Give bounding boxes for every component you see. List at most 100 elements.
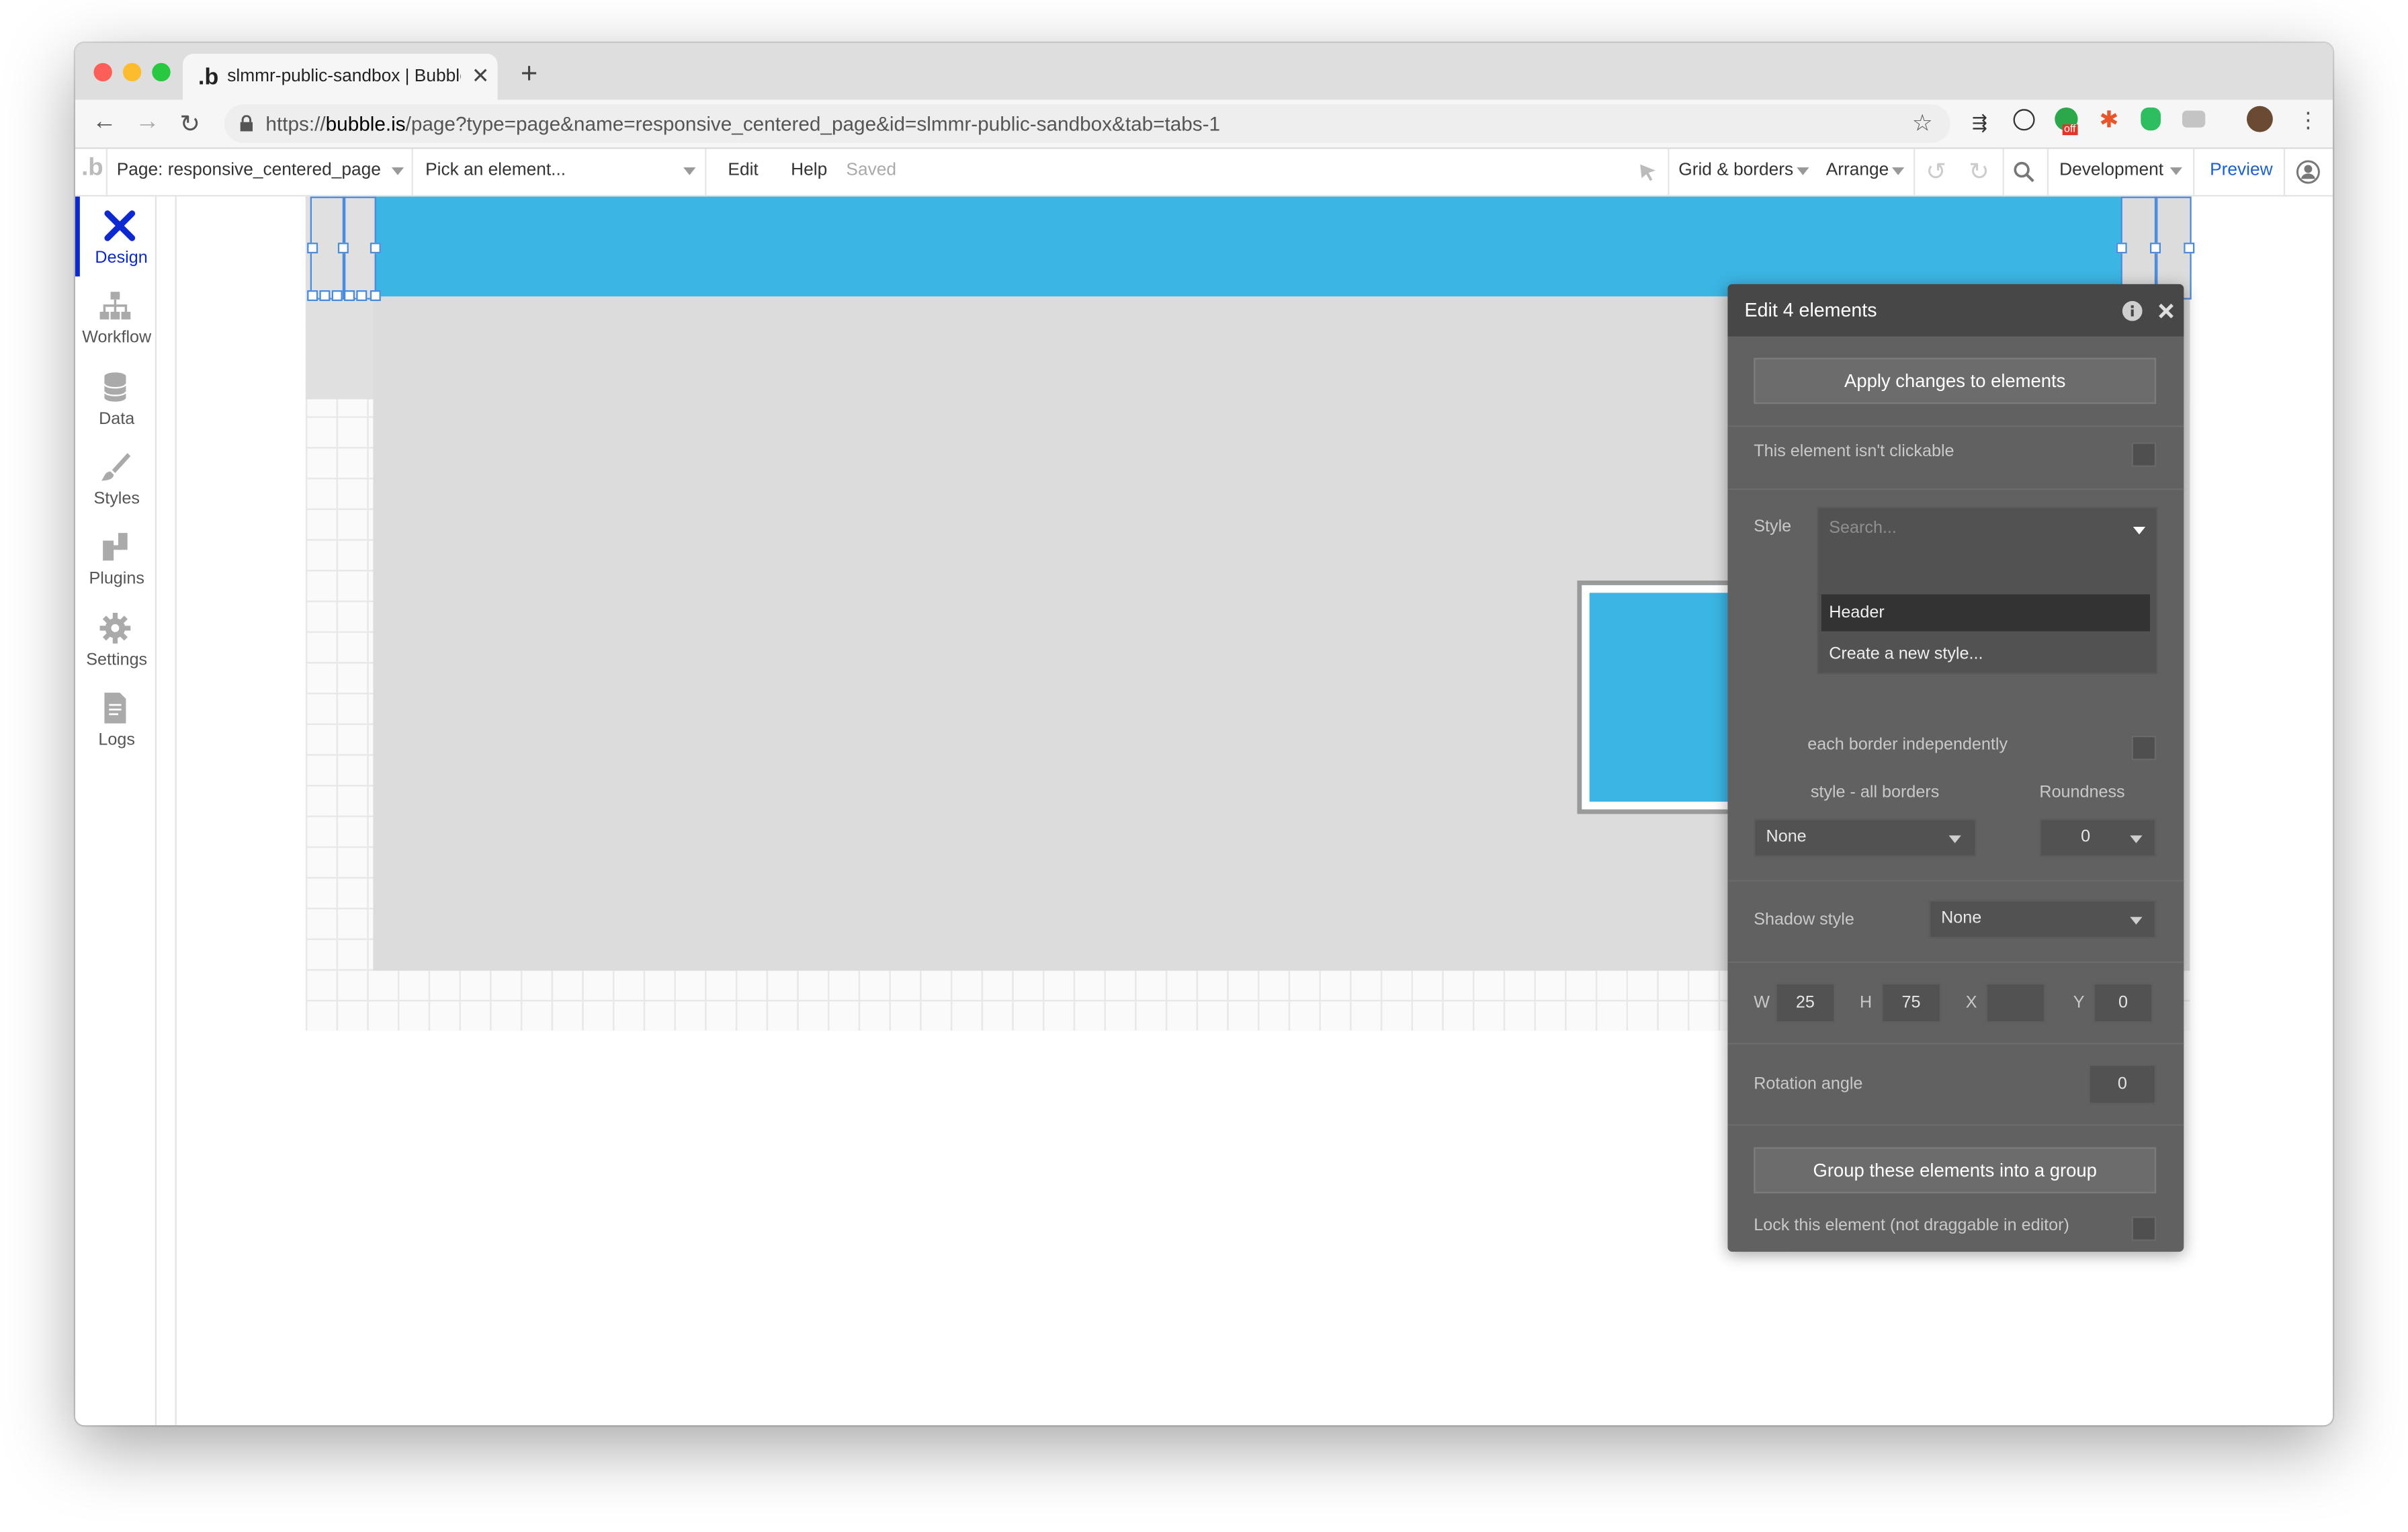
redo-icon[interactable]: ↻ (1969, 157, 1989, 187)
lock-element-checkbox[interactable] (2131, 1216, 2157, 1241)
resize-handle[interactable] (337, 243, 349, 254)
chevron-down-icon (2130, 835, 2143, 843)
style-search-input[interactable]: Search... (1829, 519, 1897, 538)
border-independent-checkbox[interactable] (2131, 735, 2157, 761)
resize-handle[interactable] (370, 243, 381, 254)
back-icon[interactable]: ← (92, 109, 117, 136)
chevron-down-icon (2130, 917, 2143, 925)
apply-changes-button[interactable]: Apply changes to elements (1754, 357, 2157, 405)
width-input[interactable]: 25 (1775, 982, 1836, 1023)
extension-icon[interactable]: ⇶ (1972, 112, 1987, 134)
close-window-button[interactable] (93, 62, 112, 82)
avatar[interactable] (2246, 105, 2273, 132)
edit-menu[interactable]: Edit (728, 161, 758, 179)
chevron-down-icon (1891, 167, 1905, 175)
browser-menu-icon[interactable]: ⋮ (2297, 108, 2319, 134)
page-selector[interactable]: Page: responsive_centered_page (117, 161, 381, 179)
resize-handle[interactable] (2149, 243, 2161, 254)
tab-title: slmmr-public-sandbox | Bubble (227, 67, 461, 86)
info-icon[interactable] (2122, 300, 2143, 321)
chevron-down-icon (1948, 835, 1961, 843)
toolbar-divider (2283, 148, 2286, 196)
arrange-menu[interactable]: Arrange (1826, 161, 1889, 179)
panel-divider (1727, 425, 2184, 427)
close-icon[interactable] (2157, 302, 2174, 319)
sidebar-item-plugins[interactable]: Plugins (75, 517, 155, 597)
resize-handle[interactable] (370, 290, 381, 301)
browser-tab[interactable]: .b slmmr-public-sandbox | Bubble ✕ (182, 53, 498, 100)
sidebar-item-workflow[interactable]: Workflow (75, 276, 155, 356)
sidebar-item-label: Workflow (82, 329, 152, 347)
gear-icon (99, 612, 131, 644)
forward-icon[interactable]: → (135, 109, 160, 136)
not-clickable-checkbox[interactable] (2131, 442, 2157, 467)
toolbar-divider (705, 148, 707, 196)
chat-extension-icon[interactable] (2182, 110, 2206, 128)
resize-handle[interactable] (2116, 243, 2127, 254)
chevron-down-icon[interactable] (2133, 526, 2146, 535)
chevron-down-icon (2169, 167, 2182, 175)
y-input[interactable]: 0 (2093, 982, 2153, 1023)
password-manager-icon[interactable] (2013, 109, 2035, 131)
border-style-select[interactable]: None (1754, 818, 1977, 857)
x-input[interactable] (1985, 982, 2046, 1023)
chevron-down-icon (1797, 167, 1809, 175)
x-label: X (1965, 993, 1977, 1013)
sidebar-item-logs[interactable]: Logs (75, 679, 155, 759)
cursor-icon[interactable] (1637, 161, 1659, 183)
roundness-select[interactable]: 0 (2039, 818, 2157, 857)
undo-icon[interactable]: ↺ (1926, 157, 1946, 187)
header-element[interactable] (374, 196, 2121, 297)
style-option-create-new[interactable]: Create a new style... (1821, 636, 2150, 673)
asterisk-extension-icon[interactable]: ✱ (2100, 106, 2119, 134)
editor-toolbar: .b Page: responsive_centered_page Pick a… (75, 148, 2333, 197)
sidebar-item-styles[interactable]: Styles (75, 437, 155, 517)
not-clickable-label: This element isn't clickable (1754, 442, 1954, 461)
browser-window: .b slmmr-public-sandbox | Bubble ✕ + ← →… (75, 42, 2333, 1426)
sidebar-item-design[interactable]: Design (75, 196, 160, 277)
element-picker[interactable]: Pick an element... (425, 161, 566, 179)
resize-handle[interactable] (319, 290, 331, 301)
search-icon[interactable] (2014, 161, 2035, 183)
help-menu[interactable]: Help (791, 161, 827, 179)
version-selector[interactable]: Development (2059, 161, 2163, 179)
bookmark-star-icon[interactable]: ☆ (1912, 109, 1933, 137)
account-icon[interactable] (2296, 160, 2321, 185)
rotation-label: Rotation angle (1754, 1074, 1863, 1094)
toolbar-divider (2047, 148, 2049, 196)
style-dropdown[interactable]: Search... Header Create a new style... (1816, 507, 2158, 675)
sidebar-item-data[interactable]: Data (75, 358, 155, 438)
editor-sidebar: Design Workflow Data Styles Plugins Sett… (75, 196, 169, 1426)
resize-handle[interactable] (307, 243, 318, 254)
width-label: W (1754, 993, 1770, 1013)
rotation-input[interactable]: 0 (2088, 1064, 2157, 1105)
resize-handle[interactable] (356, 290, 368, 301)
reload-icon[interactable]: ↻ (179, 109, 200, 140)
new-tab-icon[interactable]: + (521, 60, 538, 89)
height-input[interactable]: 75 (1881, 982, 1942, 1023)
minimize-window-button[interactable] (122, 62, 142, 82)
tab-close-icon[interactable]: ✕ (472, 63, 490, 89)
shadow-style-select[interactable]: None (1928, 900, 2157, 939)
panel-divider (1727, 488, 2184, 491)
resize-handle[interactable] (307, 290, 318, 301)
canvas-ruler (175, 196, 177, 1426)
brush-icon (101, 453, 131, 481)
evernote-icon[interactable] (2141, 107, 2161, 131)
grid-borders-menu[interactable]: Grid & borders (1678, 161, 1793, 179)
sidebar-item-settings[interactable]: Settings (75, 599, 155, 679)
style-option-header[interactable]: Header (1821, 594, 2150, 632)
y-label: Y (2073, 993, 2085, 1013)
resize-handle[interactable] (2184, 243, 2195, 254)
url-input[interactable]: https://bubble.is/page?type=page&name=re… (224, 104, 1950, 143)
border-style-value: None (1766, 827, 1807, 847)
preview-link[interactable]: Preview (2210, 161, 2272, 179)
maximize-window-button[interactable] (152, 62, 171, 82)
property-editor-header[interactable]: Edit 4 elements (1727, 284, 2184, 337)
database-icon (103, 372, 127, 402)
bubble-logo[interactable]: .b (81, 155, 103, 183)
group-elements-button[interactable]: Group these elements into a group (1754, 1147, 2157, 1193)
resize-handle[interactable] (331, 290, 343, 301)
resize-handle[interactable] (343, 290, 355, 301)
address-bar-row: ← → ↻ https://bubble.is/page?type=page&n… (75, 99, 2333, 149)
